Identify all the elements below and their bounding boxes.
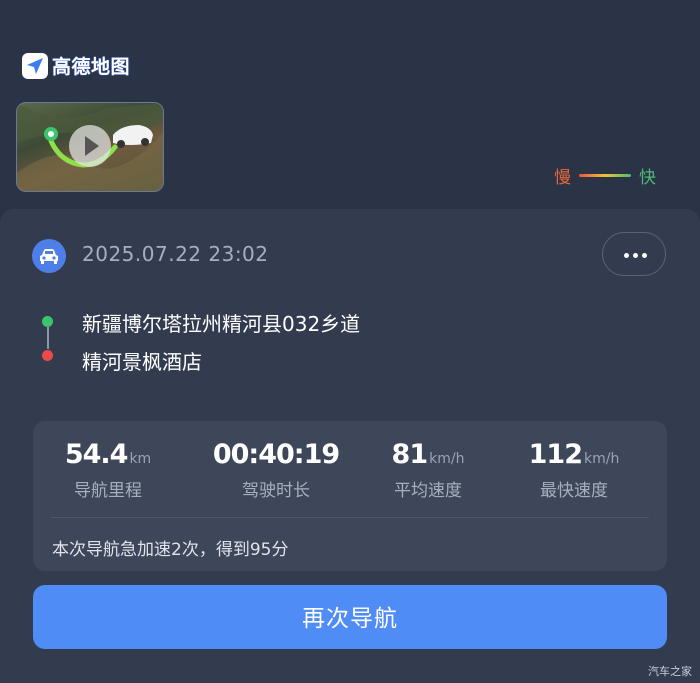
- amap-logo: 高德地图: [22, 52, 130, 79]
- stat-label: 驾驶时长: [242, 481, 310, 501]
- car-icon: [32, 239, 66, 273]
- route-end: 精河景枫酒店: [82, 350, 202, 374]
- driving-score-note: 本次导航急加速2次，得到95分: [52, 540, 289, 560]
- dot: [624, 253, 629, 258]
- stat-unit: km: [129, 451, 152, 467]
- stat-value: 54.4: [64, 439, 129, 470]
- stat-value: 112: [528, 439, 583, 470]
- stat-unit: km/h: [584, 451, 620, 467]
- navigation-arrow-icon: [22, 52, 48, 79]
- stat-max-speed: 112 km/h 最快速度: [499, 439, 649, 501]
- stat-average-speed: 81 km/h 平均速度: [353, 439, 503, 501]
- stat-label: 平均速度: [394, 481, 462, 501]
- stat-value: 00:40:19: [212, 439, 340, 470]
- trip-datetime: 2025.07.22 23:02: [82, 242, 269, 266]
- route-start: 新疆博尔塔拉州精河县032乡道: [82, 312, 361, 336]
- fast-label: 快: [639, 168, 656, 188]
- end-point-icon: [42, 350, 53, 361]
- stat-duration: 00:40:19 驾驶时长: [201, 439, 351, 501]
- dot: [633, 253, 638, 258]
- dot: [642, 253, 647, 258]
- trip-card: 2025.07.22 23:02 新疆博尔塔拉州精河县032乡道 精河景枫酒店 …: [0, 209, 700, 683]
- speed-legend: 慢 快: [554, 163, 656, 188]
- start-point-icon: [42, 316, 53, 327]
- top-area: 高德地图 慢 快: [0, 0, 700, 210]
- play-icon[interactable]: [69, 125, 111, 167]
- stat-label: 最快速度: [540, 481, 608, 501]
- slow-label: 慢: [554, 168, 571, 188]
- speed-gradient-bar: [579, 174, 631, 177]
- route-connector: [47, 327, 49, 349]
- stat-label: 导航里程: [74, 481, 142, 501]
- route-video-thumbnail[interactable]: [16, 102, 164, 192]
- logo-text: 高德地图: [52, 56, 131, 78]
- more-options-button[interactable]: [602, 232, 666, 276]
- renavigate-button[interactable]: 再次导航: [33, 585, 667, 649]
- watermark: 汽车之家: [648, 665, 692, 678]
- trip-stats-panel: 54.4 km 导航里程 00:40:19 驾驶时长 81 km/h 平均速度 11…: [33, 421, 667, 571]
- stat-value: 81: [391, 439, 429, 470]
- divider: [51, 517, 649, 518]
- stat-unit: km/h: [429, 451, 465, 467]
- stat-distance: 54.4 km 导航里程: [33, 439, 183, 501]
